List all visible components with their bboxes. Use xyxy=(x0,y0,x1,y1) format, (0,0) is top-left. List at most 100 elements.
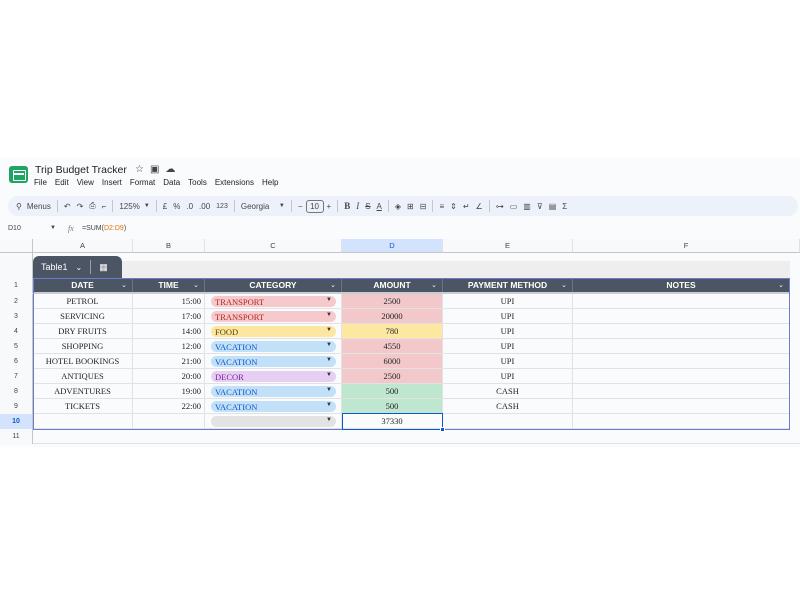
cell-date[interactable] xyxy=(33,414,133,429)
sheets-logo-icon[interactable] xyxy=(9,166,28,183)
cell-date[interactable]: TICKETS xyxy=(33,399,133,414)
cell-date[interactable]: ADVENTURES xyxy=(33,384,133,399)
category-chip-empty[interactable]: ▼ xyxy=(211,416,336,427)
print-icon[interactable]: ⎙ xyxy=(86,198,98,214)
cell-time[interactable]: 19:00 xyxy=(133,384,205,399)
merge-cells-icon[interactable]: ⊟ xyxy=(417,198,430,214)
font-size-input[interactable]: 10 xyxy=(305,199,324,213)
cell-date[interactable]: SHOPPING xyxy=(33,339,133,354)
cell-amount-total[interactable]: 37330 xyxy=(342,414,443,429)
cell-category[interactable]: ▼ xyxy=(205,414,342,429)
insert-chart-icon[interactable]: ▥ xyxy=(520,198,534,214)
row-header-4[interactable]: 4 xyxy=(0,324,33,339)
menu-view[interactable]: View xyxy=(77,178,94,187)
cell-time[interactable]: 20:00 xyxy=(133,369,205,384)
cell-category[interactable]: TRANSPORT ▼ xyxy=(205,309,342,324)
cell-amount[interactable]: 2500 xyxy=(342,294,443,309)
chevron-down-icon[interactable]: ▼ xyxy=(50,225,56,231)
text-color-button[interactable]: A xyxy=(374,198,385,214)
cloud-status-icon[interactable]: ☁ xyxy=(165,164,175,175)
menu-format[interactable]: Format xyxy=(130,178,155,187)
chevron-down-icon[interactable]: ▼ xyxy=(326,312,332,318)
category-chip[interactable]: VACATION ▼ xyxy=(211,356,336,367)
cell-payment-method[interactable]: UPI xyxy=(443,309,573,324)
redo-icon[interactable]: ↷ xyxy=(74,198,87,214)
category-chip[interactable]: TRANSPORT ▼ xyxy=(211,311,336,322)
table-name-tab[interactable]: Table1 ⌄ ▦ xyxy=(33,256,122,278)
cell-amount[interactable]: 500 xyxy=(342,399,443,414)
cell-payment-method[interactable]: CASH xyxy=(443,384,573,399)
cell-time[interactable]: 14:00 xyxy=(133,324,205,339)
table-header-payment-method[interactable]: PAYMENT METHOD ⌄ xyxy=(443,278,573,292)
number-format-button[interactable]: 123 xyxy=(213,198,231,214)
row-header-7[interactable]: 7 xyxy=(0,369,33,384)
cell-amount[interactable]: 780 xyxy=(342,324,443,339)
cell-notes[interactable] xyxy=(573,324,790,339)
decrease-decimal-button[interactable]: .0 xyxy=(183,198,196,214)
cell-amount[interactable]: 500 xyxy=(342,384,443,399)
cell-notes[interactable] xyxy=(573,399,790,414)
row-header-10[interactable]: 10 xyxy=(0,414,33,429)
row-header-6[interactable]: 6 xyxy=(0,354,33,369)
chevron-down-icon[interactable]: ▼ xyxy=(326,402,332,408)
fill-color-icon[interactable]: ◈ xyxy=(392,198,404,214)
cell-time[interactable]: 22:00 xyxy=(133,399,205,414)
row-header-2[interactable]: 2 xyxy=(0,294,33,309)
menu-help[interactable]: Help xyxy=(262,178,278,187)
chevron-down-icon[interactable]: ▼ xyxy=(326,387,332,393)
column-header-c[interactable]: C xyxy=(205,239,342,253)
column-header-d[interactable]: D xyxy=(342,239,443,253)
increase-decimal-button[interactable]: .00 xyxy=(196,198,213,214)
cell-category[interactable]: DECOR ▼ xyxy=(205,369,342,384)
column-header-e[interactable]: E xyxy=(443,239,573,253)
cell-notes[interactable] xyxy=(573,309,790,324)
cell-notes[interactable] xyxy=(573,339,790,354)
star-icon[interactable]: ☆ xyxy=(135,164,144,175)
column-header-f[interactable]: F xyxy=(573,239,800,253)
vertical-align-icon[interactable]: ⇕ xyxy=(447,198,460,214)
cell-payment-method[interactable] xyxy=(443,414,573,429)
table-header-date[interactable]: DATE ⌄ xyxy=(33,278,133,292)
cell-time[interactable]: 15:00 xyxy=(133,294,205,309)
table-header-time[interactable]: TIME ⌄ xyxy=(133,278,205,292)
chevron-down-icon[interactable]: ⌄ xyxy=(76,263,83,272)
menu-extensions[interactable]: Extensions xyxy=(215,178,254,187)
chevron-down-icon[interactable]: ▼ xyxy=(326,372,332,378)
menu-data[interactable]: Data xyxy=(163,178,180,187)
menu-tools[interactable]: Tools xyxy=(188,178,207,187)
formula-input[interactable]: =SUM(D2:D9) xyxy=(82,225,126,232)
functions-button[interactable]: Σ xyxy=(559,198,570,214)
search-menus-button[interactable]: ⚲ Menus xyxy=(8,198,54,214)
text-wrapping-icon[interactable]: ↵ xyxy=(460,198,473,214)
decrease-font-size-button[interactable]: − xyxy=(295,198,306,214)
cell-category[interactable]: VACATION ▼ xyxy=(205,399,342,414)
cell-category[interactable]: VACATION ▼ xyxy=(205,384,342,399)
cell-category[interactable]: VACATION ▼ xyxy=(205,339,342,354)
filter-views-icon[interactable]: ▤ xyxy=(546,198,560,214)
cell-time[interactable] xyxy=(133,414,205,429)
chevron-down-icon[interactable]: ⌄ xyxy=(193,281,199,289)
table-header-category[interactable]: CATEGORY ⌄ xyxy=(205,278,342,292)
row-header-3[interactable]: 3 xyxy=(0,309,33,324)
table-header-amount[interactable]: AMOUNT ⌄ xyxy=(342,278,443,292)
italic-button[interactable]: I xyxy=(353,198,362,214)
cell-category[interactable]: FOOD ▼ xyxy=(205,324,342,339)
cell-time[interactable]: 17:00 xyxy=(133,309,205,324)
row-header-1[interactable]: 1 xyxy=(0,278,33,293)
name-box[interactable]: D10 xyxy=(8,225,21,232)
cell-category[interactable]: VACATION ▼ xyxy=(205,354,342,369)
cell-amount[interactable]: 20000 xyxy=(342,309,443,324)
bold-button[interactable]: B xyxy=(341,198,353,214)
percent-format-button[interactable]: % xyxy=(170,198,183,214)
menu-file[interactable]: File xyxy=(34,178,47,187)
cell-date[interactable]: SERVICING xyxy=(33,309,133,324)
table-view-icon[interactable]: ▦ xyxy=(99,262,108,273)
row-header-9[interactable]: 9 xyxy=(0,399,33,414)
cell-notes[interactable] xyxy=(573,369,790,384)
select-all-corner[interactable] xyxy=(0,239,33,253)
category-chip[interactable]: DECOR ▼ xyxy=(211,371,336,382)
row-header-11[interactable]: 11 xyxy=(0,429,33,444)
chevron-down-icon[interactable]: ▼ xyxy=(326,417,332,423)
chevron-down-icon[interactable]: ⌄ xyxy=(561,281,567,289)
cell-payment-method[interactable]: UPI xyxy=(443,294,573,309)
